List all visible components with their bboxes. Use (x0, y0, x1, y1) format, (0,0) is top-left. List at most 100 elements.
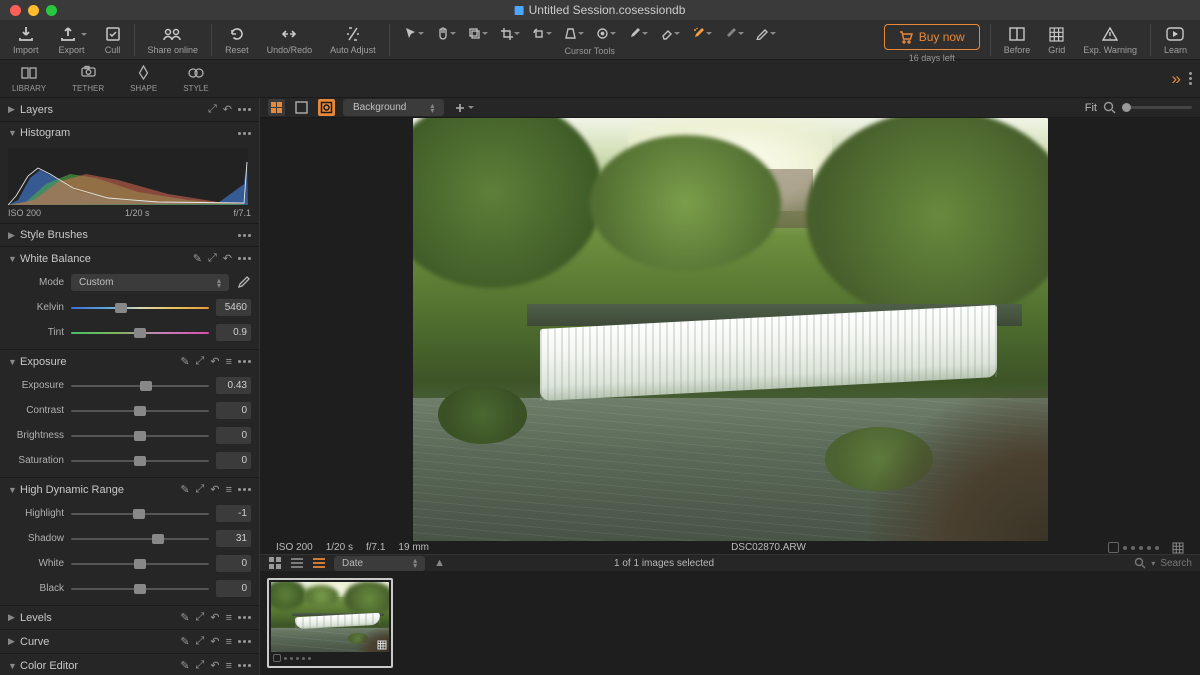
panel-menu-icon[interactable] (238, 360, 251, 363)
highlight-value[interactable]: -1 (216, 505, 251, 522)
panel-menu-icon[interactable] (238, 132, 251, 135)
metadata-grid-icon[interactable] (1172, 542, 1184, 554)
thumbnail-rating[interactable] (271, 652, 389, 664)
reset-icon[interactable]: ↶ (210, 635, 219, 648)
tab-tether[interactable]: TETHER (68, 63, 108, 95)
kelvin-slider[interactable] (71, 302, 209, 314)
panel-levels[interactable]: ▶ Levels ✎⤢↶≡ (0, 606, 259, 629)
cursor-crop-tool[interactable] (496, 24, 524, 43)
panel-menu-icon[interactable] (238, 108, 251, 111)
cursor-layer-tool[interactable] (464, 24, 492, 43)
local-adjust-icon[interactable]: ✎ (180, 659, 189, 672)
exp-warning-button[interactable]: Exp. Warning (1080, 24, 1140, 55)
panel-layers[interactable]: ▶ Layers ⤢ ↶ (0, 98, 259, 121)
brightness-value[interactable]: 0 (216, 427, 251, 444)
expand-icon[interactable]: ⤢ (208, 103, 217, 116)
browser-grid-icon[interactable] (268, 556, 282, 570)
panel-color-editor[interactable]: ▼ Color Editor ✎⤢↶≡ (0, 654, 259, 675)
cursor-erase-tool[interactable] (656, 24, 684, 43)
white-value[interactable]: 0 (216, 555, 251, 572)
window-zoom-icon[interactable] (46, 5, 57, 16)
add-layer-icon[interactable] (452, 100, 476, 116)
panel-menu-icon[interactable] (238, 616, 251, 619)
panel-curve[interactable]: ▶ Curve ✎⤢↶≡ (0, 630, 259, 653)
buy-now-button[interactable]: Buy now (884, 24, 980, 50)
cursor-pointer-tool[interactable] (400, 24, 428, 43)
reset-icon[interactable]: ↶ (210, 659, 219, 672)
thumbnail[interactable] (267, 578, 393, 668)
panel-style-brushes[interactable]: ▶ Style Brushes (0, 224, 259, 246)
panel-white-balance[interactable]: ▼ White Balance ✎ ⤢ ↶ (0, 247, 259, 270)
white-slider[interactable] (71, 558, 209, 570)
cursor-brush-tool[interactable] (624, 24, 652, 43)
panel-menu-icon[interactable] (238, 640, 251, 643)
exposure-slider[interactable] (71, 380, 209, 392)
contrast-slider[interactable] (71, 405, 209, 417)
cursor-hand-tool[interactable] (432, 24, 460, 43)
panel-menu-icon[interactable] (238, 234, 251, 237)
export-button[interactable]: Export (54, 24, 90, 55)
list-icon[interactable]: ≡ (226, 612, 232, 624)
learn-button[interactable]: Learn (1161, 24, 1190, 55)
tab-shape[interactable]: SHAPE (126, 63, 161, 95)
panel-menu-icon[interactable] (238, 664, 251, 667)
zoom-icon[interactable] (1103, 101, 1116, 114)
view-proof-icon[interactable] (318, 99, 335, 116)
panel-menu-icon[interactable] (1189, 72, 1192, 85)
cursor-keystone-tool[interactable] (560, 24, 588, 43)
local-adjust-icon[interactable]: ✎ (180, 483, 189, 496)
local-adjust-icon[interactable]: ✎ (180, 635, 189, 648)
list-icon[interactable]: ≡ (226, 660, 232, 672)
contrast-value[interactable]: 0 (216, 402, 251, 419)
image-rating[interactable] (1108, 542, 1159, 553)
browser-list-icon[interactable] (290, 556, 304, 570)
browser-search[interactable]: ▾ Search (1134, 557, 1192, 569)
local-adjust-icon[interactable]: ✎ (180, 611, 189, 624)
wb-mode-select[interactable]: Custom▴▾ (71, 274, 229, 291)
cursor-annotate-tool[interactable] (752, 24, 780, 43)
collapse-panel-icon[interactable]: » (1172, 69, 1181, 89)
reset-icon[interactable]: ↶ (223, 103, 232, 116)
shadow-value[interactable]: 31 (216, 530, 251, 547)
reset-icon[interactable]: ↶ (210, 483, 219, 496)
share-button[interactable]: Share online (145, 24, 202, 55)
list-icon[interactable]: ≡ (226, 636, 232, 648)
reset-icon[interactable]: ↶ (210, 355, 219, 368)
image-canvas[interactable] (260, 118, 1200, 541)
zoom-slider[interactable] (1122, 106, 1192, 109)
expand-icon[interactable]: ⤢ (196, 635, 205, 648)
expand-icon[interactable]: ⤢ (196, 355, 205, 368)
panel-hdr[interactable]: ▼ High Dynamic Range ✎ ⤢ ↶ ≡ (0, 478, 259, 501)
cursor-gradient-tool[interactable] (720, 24, 748, 43)
panel-exposure[interactable]: ▼ Exposure ✎ ⤢ ↶ ≡ (0, 350, 259, 373)
cull-button[interactable]: Cull (102, 24, 124, 55)
import-button[interactable]: Import (10, 24, 42, 55)
cursor-heal-tool[interactable] (688, 24, 716, 43)
expand-icon[interactable]: ⤢ (196, 659, 205, 672)
window-minimize-icon[interactable] (28, 5, 39, 16)
reset-icon[interactable]: ↶ (210, 611, 219, 624)
expand-icon[interactable]: ⤢ (196, 611, 205, 624)
zoom-fit[interactable]: Fit (1085, 102, 1097, 114)
saturation-value[interactable]: 0 (216, 452, 251, 469)
panel-menu-icon[interactable] (238, 488, 251, 491)
before-button[interactable]: Before (1001, 24, 1034, 55)
list-icon[interactable]: ≡ (226, 356, 232, 368)
view-single-icon[interactable] (293, 99, 310, 116)
panel-histogram[interactable]: ▼ Histogram (0, 122, 259, 144)
grid-button[interactable]: Grid (1045, 24, 1068, 55)
sort-direction-icon[interactable]: ▲ (433, 556, 446, 570)
view-grid-icon[interactable] (268, 99, 285, 116)
panel-menu-icon[interactable] (238, 257, 251, 260)
layer-select[interactable]: Background▴▾ (343, 99, 444, 116)
window-close-icon[interactable] (10, 5, 21, 16)
local-adjust-icon[interactable]: ✎ (193, 252, 202, 265)
kelvin-value[interactable]: 5460 (216, 299, 251, 316)
reset-icon[interactable]: ↶ (223, 252, 232, 265)
cursor-rotate-tool[interactable] (528, 24, 556, 43)
tint-slider[interactable] (71, 327, 209, 339)
local-adjust-icon[interactable]: ✎ (180, 355, 189, 368)
exposure-value[interactable]: 0.43 (216, 377, 251, 394)
wb-picker-icon[interactable] (236, 275, 251, 290)
auto-adjust-button[interactable]: Auto Adjust (327, 24, 379, 55)
